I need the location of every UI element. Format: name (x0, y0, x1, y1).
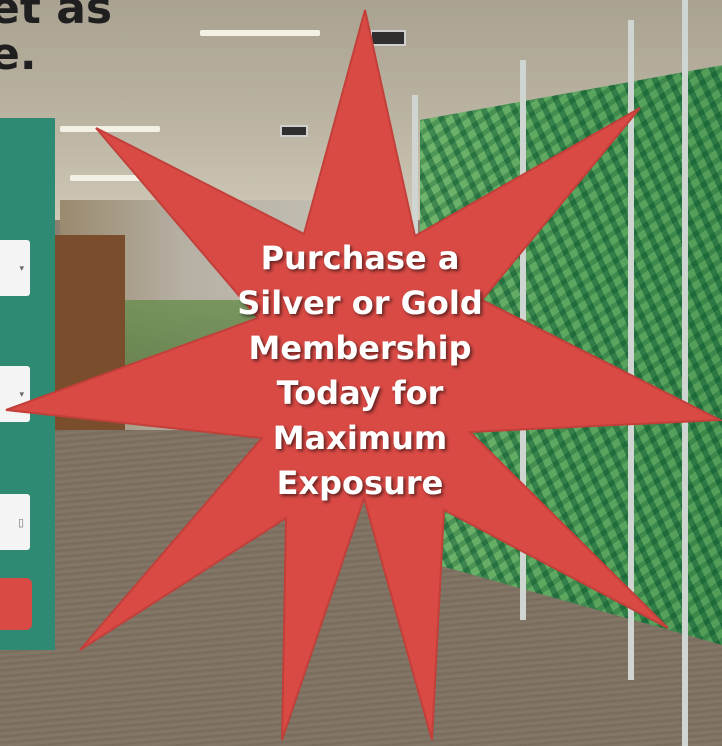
date-field[interactable]: ▯ (0, 494, 30, 550)
promo-line: Purchase a (260, 239, 460, 277)
glass-mullion (682, 0, 688, 746)
heading-line: et as (0, 0, 113, 34)
submit-button[interactable] (0, 578, 32, 630)
heading-line: e. (0, 29, 37, 80)
promo-line: Membership (248, 329, 472, 367)
ceiling-light (200, 30, 320, 36)
promo-line: Maximum (272, 419, 448, 457)
page-heading: et as e. (0, 0, 112, 78)
ceiling-vent (280, 125, 308, 137)
select-field-1[interactable]: ▾ (0, 240, 30, 296)
form-panel: ▾ ▾ ▯ (0, 118, 55, 650)
chevron-down-icon: ▾ (19, 388, 24, 399)
calendar-icon: ▯ (17, 516, 24, 529)
promo-line: Silver or Gold (237, 284, 483, 322)
chevron-down-icon: ▾ (19, 262, 24, 273)
select-field-2[interactable]: ▾ (0, 366, 30, 422)
ceiling-light (60, 126, 160, 132)
promo-text: Purchase a Silver or Gold Membership Tod… (180, 236, 540, 506)
ceiling-vent (370, 30, 406, 46)
promo-line: Today for (276, 374, 444, 412)
promo-line: Exposure (276, 464, 444, 502)
